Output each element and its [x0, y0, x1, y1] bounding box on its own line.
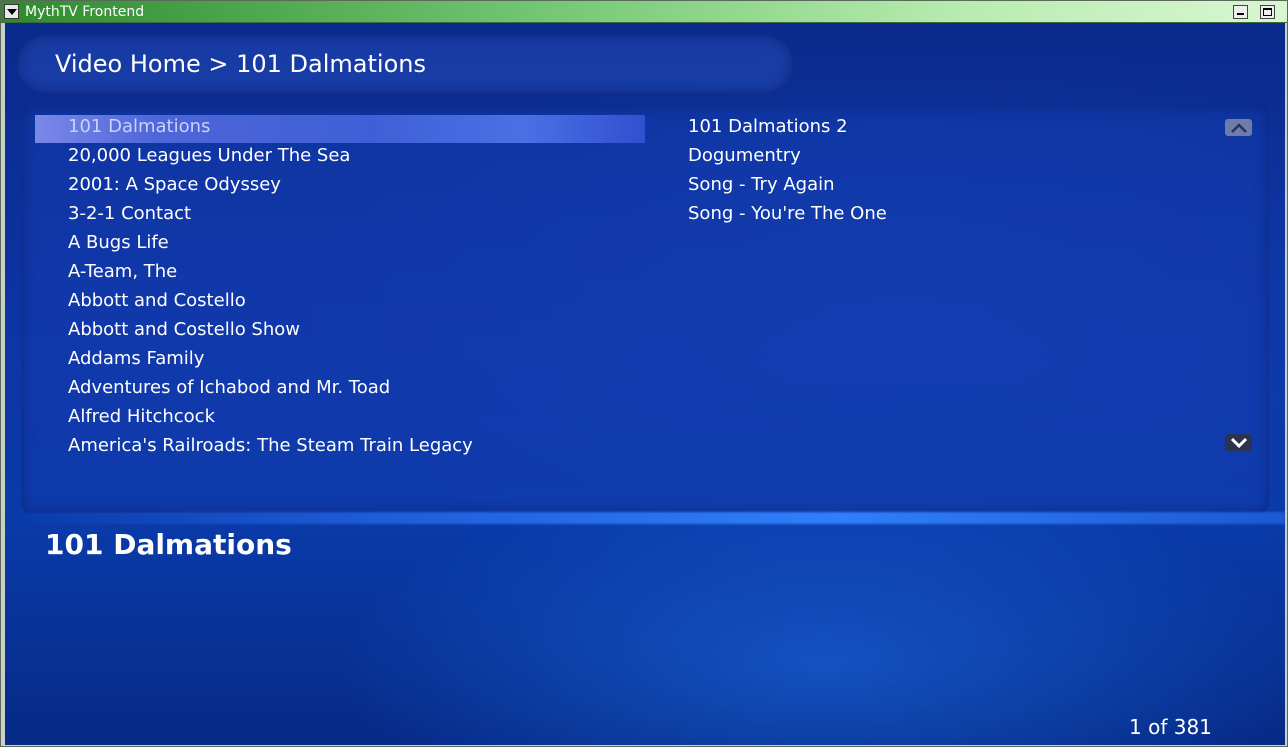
chevron-up-icon — [1230, 122, 1247, 133]
list-item[interactable]: 101 Dalmations 2 — [688, 112, 1188, 141]
window-menu-icon — [6, 8, 17, 15]
list-item[interactable]: A Bugs Life — [68, 228, 638, 257]
list-item[interactable]: A-Team, The — [68, 257, 638, 286]
list-item[interactable]: Adventures of Ichabod and Mr. Toad — [68, 373, 638, 402]
video-list-right: 101 Dalmations 2 Dogumentry Song - Try A… — [688, 112, 1188, 228]
video-list-left: 101 Dalmations 20,000 Leagues Under The … — [68, 112, 638, 460]
video-browser-screen: Video Home > 101 Dalmations 101 Dalmatio… — [5, 23, 1285, 745]
breadcrumb: Video Home > 101 Dalmations — [55, 50, 426, 78]
window-title: MythTV Frontend — [25, 4, 145, 20]
list-item[interactable]: America's Railroads: The Steam Train Leg… — [68, 431, 638, 460]
list-item[interactable]: 101 Dalmations — [68, 112, 638, 141]
scroll-up-button[interactable] — [1225, 119, 1252, 136]
list-item[interactable]: Abbott and Costello Show — [68, 315, 638, 344]
list-item[interactable]: 20,000 Leagues Under The Sea — [68, 141, 638, 170]
maximize-button[interactable] — [1260, 5, 1275, 19]
maximize-icon — [1263, 8, 1272, 16]
mythtv-window: MythTV Frontend Video Home > 101 Dalmati… — [0, 0, 1288, 747]
list-item[interactable]: Song - You're The One — [688, 199, 1188, 228]
selected-video-title: 101 Dalmations — [45, 528, 292, 561]
scroll-down-button[interactable] — [1225, 434, 1252, 451]
list-item[interactable]: Abbott and Costello — [68, 286, 638, 315]
list-item[interactable]: Alfred Hitchcock — [68, 402, 638, 431]
window-titlebar[interactable]: MythTV Frontend — [1, 1, 1287, 23]
minimize-button[interactable] — [1233, 5, 1248, 19]
list-item[interactable]: 3-2-1 Contact — [68, 199, 638, 228]
divider-glow — [5, 512, 1285, 524]
window-menu-button[interactable] — [4, 4, 19, 19]
minimize-icon — [1237, 13, 1244, 15]
breadcrumb-panel: Video Home > 101 Dalmations — [17, 35, 793, 93]
list-item[interactable]: Addams Family — [68, 344, 638, 373]
list-item[interactable]: Dogumentry — [688, 141, 1188, 170]
chevron-down-icon — [1230, 437, 1247, 448]
list-item[interactable]: Song - Try Again — [688, 170, 1188, 199]
list-item[interactable]: 2001: A Space Odyssey — [68, 170, 638, 199]
item-counter: 1 of 381 — [1129, 715, 1212, 739]
